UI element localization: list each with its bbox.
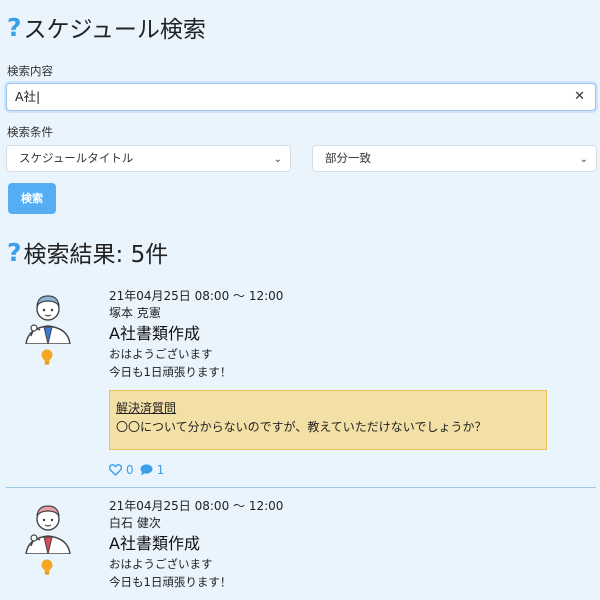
schedule-body-line: 今日も1日頑張ります！	[109, 365, 232, 379]
schedule-author: 白石 健次	[109, 516, 161, 530]
lightbulb-icon	[41, 559, 53, 575]
search-input-value: A社|	[15, 89, 41, 104]
resolved-question-label[interactable]: 解決済質問	[116, 399, 540, 416]
search-heading: ? スケジュール検索	[7, 10, 206, 44]
schedule-body-line: おはようございます	[109, 557, 213, 571]
avatar[interactable]	[22, 292, 74, 344]
heart-icon[interactable]	[109, 464, 122, 476]
search-input[interactable]: A社| ✕	[6, 83, 596, 111]
avatar[interactable]	[22, 502, 74, 554]
lightbulb-icon	[41, 349, 53, 365]
schedule-body-line: 今日も1日頑張ります！	[109, 575, 232, 589]
search-field-select[interactable]: スケジュールタイトル ⌄	[6, 145, 291, 172]
search-field-select-value: スケジュールタイトル	[19, 151, 134, 165]
results-heading: ? 検索結果: 5件	[7, 235, 168, 269]
question-mark-icon: ?	[7, 12, 22, 42]
close-icon[interactable]: ✕	[574, 84, 585, 110]
result-divider	[6, 487, 596, 488]
search-button[interactable]: 検索	[8, 183, 56, 214]
search-condition-label: 検索条件	[7, 125, 53, 139]
chevron-down-icon: ⌄	[579, 154, 588, 165]
resolved-question-box[interactable]: 解決済質問 〇〇について分からないのですが、教えていただけないでしょうか？	[109, 390, 547, 450]
speech-bubble-icon[interactable]	[140, 464, 153, 476]
schedule-datetime: 21年04月25日 08:00 ～ 12:00	[109, 289, 284, 303]
schedule-body-line: おはようございます	[109, 347, 213, 361]
results-heading-text: 検索結果: 5件	[23, 242, 169, 268]
schedule-body: おはようございます 今日も1日頑張ります！	[109, 555, 231, 591]
schedule-title[interactable]: A社書類作成	[109, 530, 200, 554]
chevron-down-icon: ⌄	[273, 154, 282, 165]
schedule-title[interactable]: A社書類作成	[109, 320, 200, 344]
schedule-author: 塚本 克憲	[109, 306, 161, 320]
match-type-select[interactable]: 部分一致 ⌄	[312, 145, 597, 172]
schedule-body: おはようございます 今日も1日頑張ります！	[109, 345, 231, 381]
question-mark-icon: ?	[7, 237, 22, 267]
comment-count: 1	[156, 463, 165, 477]
search-heading-text: スケジュール検索	[23, 17, 206, 43]
resolved-question-text: 〇〇について分からないのですが、教えていただけないでしょうか？	[116, 420, 487, 434]
schedule-datetime: 21年04月25日 08:00 ～ 12:00	[109, 499, 284, 513]
reaction-stats: 0 1	[109, 463, 164, 477]
match-type-select-value: 部分一致	[325, 151, 371, 165]
like-count: 0	[126, 463, 134, 477]
search-content-label: 検索内容	[7, 64, 53, 78]
